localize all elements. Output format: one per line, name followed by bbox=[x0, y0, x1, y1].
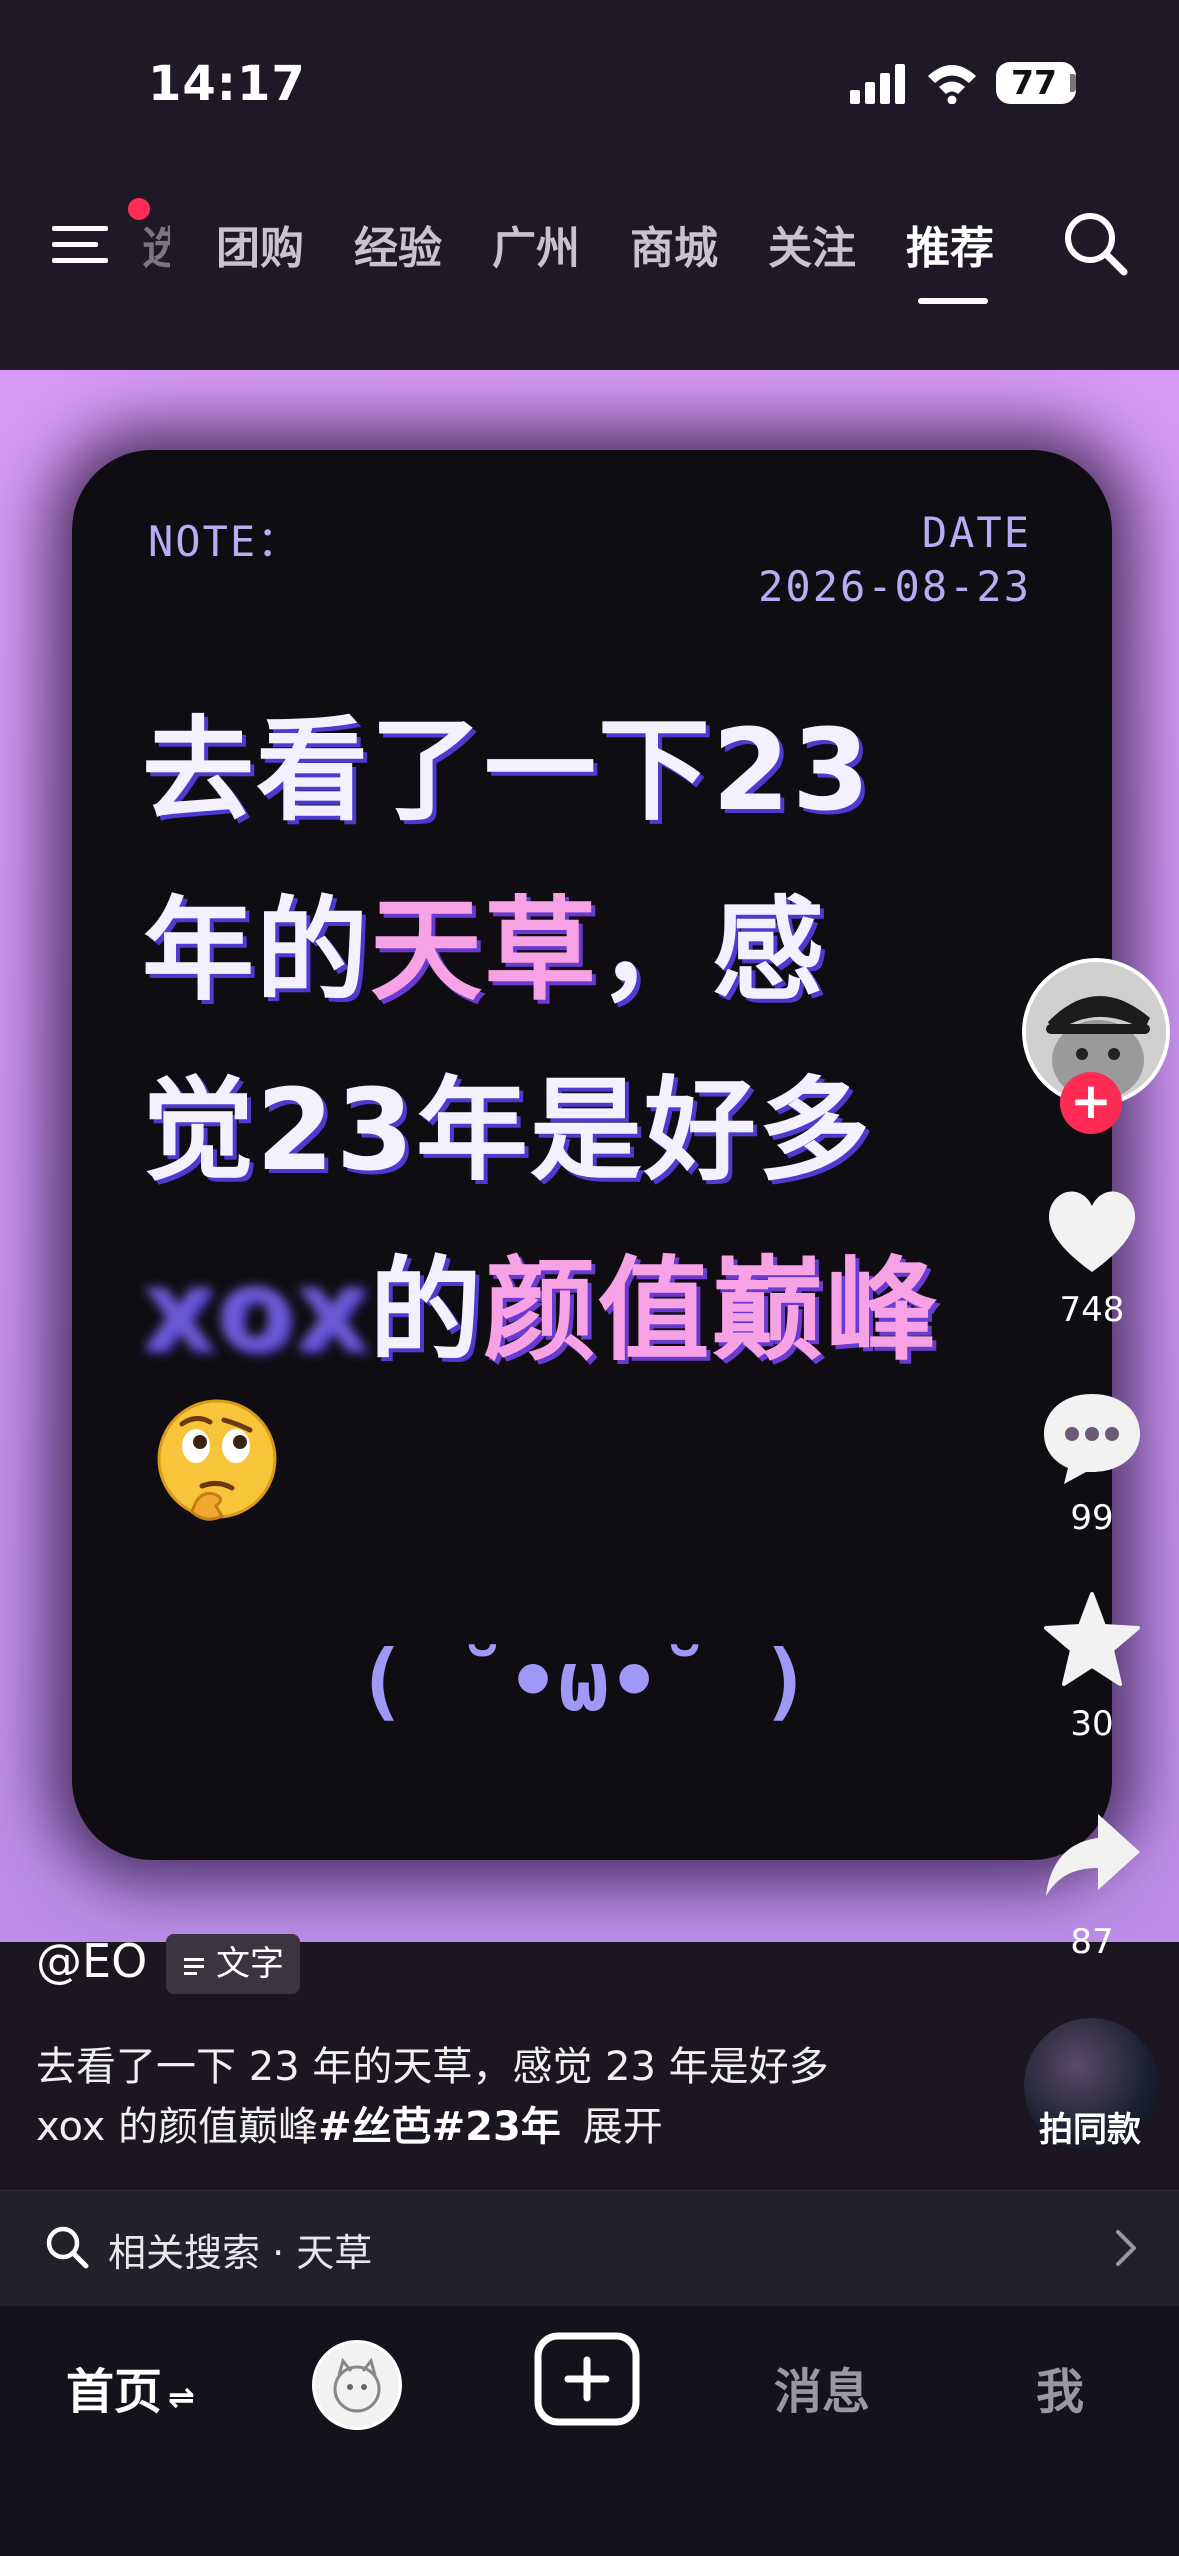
tab-home-label: 首页 bbox=[66, 2364, 163, 2420]
text-tag-label: 文字 bbox=[216, 1944, 284, 1984]
thinking-face-icon bbox=[157, 1399, 277, 1521]
blurred-text: xox bbox=[142, 1246, 370, 1376]
tab-friends-avatar[interactable] bbox=[312, 2340, 402, 2430]
like-count: 748 bbox=[1059, 1290, 1125, 1330]
note-line-4b: 颜值巅峰 bbox=[483, 1246, 940, 1376]
tab-messages[interactable]: 消息 bbox=[774, 2352, 870, 2422]
note-line-4: xox的颜值巅峰 bbox=[142, 1220, 939, 1382]
create-button[interactable] bbox=[534, 2332, 640, 2426]
text-lines-icon bbox=[184, 1957, 204, 1975]
tab-me[interactable]: 我 bbox=[1036, 2352, 1084, 2422]
note-label: NOTE： bbox=[148, 517, 302, 566]
tab-home[interactable]: 首页 ⇌ bbox=[66, 2352, 195, 2422]
same-style-label[interactable]: 拍同款 bbox=[1030, 2102, 1150, 2151]
menu-icon[interactable] bbox=[52, 220, 112, 270]
note-line-2a: 年的 bbox=[142, 886, 370, 1016]
comment-count: 99 bbox=[1070, 1498, 1114, 1538]
heart-icon[interactable] bbox=[1040, 1180, 1144, 1280]
note-line-2: 年的天草，感 bbox=[142, 860, 826, 1022]
caption-line-2: xox 的颜值巅峰#丝芭#23年 展开 bbox=[36, 2094, 663, 2152]
wifi-icon bbox=[928, 65, 976, 104]
author-name[interactable]: @EO bbox=[36, 1934, 147, 1988]
active-tab-indicator bbox=[918, 298, 988, 304]
text-tag-chip[interactable]: 文字 bbox=[166, 1934, 300, 1994]
note-line-3: 觉23年是好多 bbox=[142, 1066, 872, 1196]
status-time: 14:17 bbox=[148, 56, 306, 112]
tab-mall[interactable]: 商城 bbox=[630, 212, 718, 276]
battery-cap bbox=[1070, 74, 1076, 92]
share-count: 87 bbox=[1070, 1922, 1114, 1962]
friend-avatar-icon bbox=[333, 2357, 381, 2413]
tab-experience[interactable]: 经验 bbox=[354, 212, 442, 276]
note-line-2c: ，感 bbox=[598, 886, 826, 1016]
share-icon[interactable] bbox=[1040, 1806, 1144, 1906]
follow-button[interactable]: + bbox=[1060, 1072, 1122, 1134]
tab-guangzhou[interactable]: 广州 bbox=[492, 212, 580, 276]
date-label: DATE bbox=[921, 508, 1031, 557]
search-icon bbox=[46, 2226, 89, 2269]
caption-text: xox 的颜值巅峰 bbox=[36, 2104, 319, 2150]
caption-hashtags[interactable]: #丝芭#23年 bbox=[318, 2104, 561, 2150]
favorite-count: 30 bbox=[1070, 1704, 1114, 1744]
kaomoji: ( ˘•ω•˘ ) bbox=[356, 1632, 812, 1730]
note-line-4a: 的 bbox=[369, 1246, 484, 1376]
star-icon[interactable] bbox=[1040, 1590, 1144, 1690]
note-line-2b: 天草 bbox=[370, 886, 598, 1016]
comment-icon[interactable] bbox=[1040, 1388, 1144, 1488]
caption-line-1: 去看了一下 23 年的天草，感觉 23 年是好多 bbox=[36, 2044, 829, 2090]
cellular-signal-icon bbox=[850, 64, 905, 104]
expand-link[interactable]: 展开 bbox=[583, 2104, 663, 2150]
search-icon[interactable] bbox=[1060, 208, 1130, 278]
switch-arrows-icon: ⇌ bbox=[168, 2378, 195, 2416]
battery-level: 77 bbox=[1011, 63, 1057, 102]
tab-partial[interactable]: 选 bbox=[142, 212, 170, 276]
tab-group-buy[interactable]: 团购 bbox=[216, 212, 304, 276]
note-line-1: 去看了一下23 bbox=[142, 706, 872, 836]
tab-recommended[interactable]: 推荐 bbox=[906, 212, 994, 276]
tab-following[interactable]: 关注 bbox=[768, 212, 856, 276]
related-search-label[interactable]: 相关搜索 · 天草 bbox=[108, 2222, 372, 2277]
date-value: 2026-08-23 bbox=[758, 562, 1031, 611]
chevron-right-icon[interactable] bbox=[1112, 2226, 1140, 2270]
top-navigation bbox=[0, 170, 1179, 370]
